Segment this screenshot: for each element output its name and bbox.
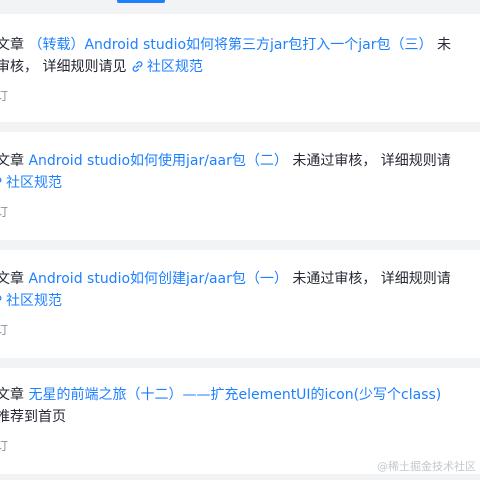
notification-card: 文章 Android studio如何使用jar/aar包（二） 未通过审核， … — [0, 132, 480, 240]
link-icon — [0, 295, 2, 301]
notification-meta: 订 — [0, 205, 9, 219]
community-rules-link[interactable]: 社区规范 — [0, 175, 62, 191]
community-rules-link[interactable]: 社区规范 — [131, 59, 203, 75]
notification-status: 未 — [436, 37, 451, 53]
article-title-link[interactable]: Android studio如何使用jar/aar包（二） — [28, 153, 287, 169]
notification-status: 未通过审核， 详细规则请 — [292, 271, 451, 287]
notification-meta: 订 — [0, 89, 9, 103]
notification-status: 未通过审核， 详细规则请 — [292, 153, 451, 169]
article-title-link[interactable]: 无星的前端之旅（十二）——扩充elementUI的icon(少写个class) — [28, 387, 441, 403]
top-strip — [0, 0, 480, 4]
notification-detail: 推荐到首页 — [0, 409, 66, 425]
notification-line-1: 文章 Android studio如何创建jar/aar包（一） 未通过审核， … — [0, 268, 451, 290]
community-rules-link[interactable]: 社区规范 — [0, 293, 62, 309]
link-icon — [0, 177, 2, 183]
notification-prefix: 文章 — [0, 387, 24, 403]
notification-line-1: 文章 （转载）Android studio如何将第三方jar包打入一个jar包（… — [0, 34, 451, 56]
notification-line-1: 文章 Android studio如何使用jar/aar包（二） 未通过审核， … — [0, 150, 451, 172]
community-rules-label: 社区规范 — [6, 293, 62, 309]
community-rules-label: 社区规范 — [146, 59, 203, 75]
notification-line-2: 推荐到首页 — [0, 406, 66, 428]
notification-line-2: 社区规范 — [0, 290, 62, 312]
article-title-link[interactable]: Android studio如何创建jar/aar包（一） — [28, 271, 287, 287]
notification-meta: 订 — [0, 439, 9, 453]
notification-prefix: 文章 — [0, 37, 24, 53]
notification-card: 文章 Android studio如何创建jar/aar包（一） 未通过审核， … — [0, 250, 480, 358]
community-rules-label: 社区规范 — [6, 175, 62, 191]
notification-line-2: 社区规范 — [0, 172, 62, 194]
notification-line-1: 文章 无星的前端之旅（十二）——扩充elementUI的icon(少写个clas… — [0, 384, 441, 406]
watermark: @稀土掘金技术社区 — [377, 460, 476, 473]
article-title-link[interactable]: （转载）Android studio如何将第三方jar包打入一个jar包（三） — [28, 37, 432, 53]
notification-detail: 审核， 详细规则请见 — [0, 59, 127, 75]
notification-prefix: 文章 — [0, 271, 24, 287]
active-tab-indicator — [117, 0, 165, 3]
link-icon — [132, 61, 143, 72]
notification-prefix: 文章 — [0, 153, 24, 169]
notification-card: 文章 （转载）Android studio如何将第三方jar包打入一个jar包（… — [0, 14, 480, 122]
notification-meta: 订 — [0, 323, 9, 337]
notification-line-2: 审核， 详细规则请见 社区规范 — [0, 56, 203, 78]
